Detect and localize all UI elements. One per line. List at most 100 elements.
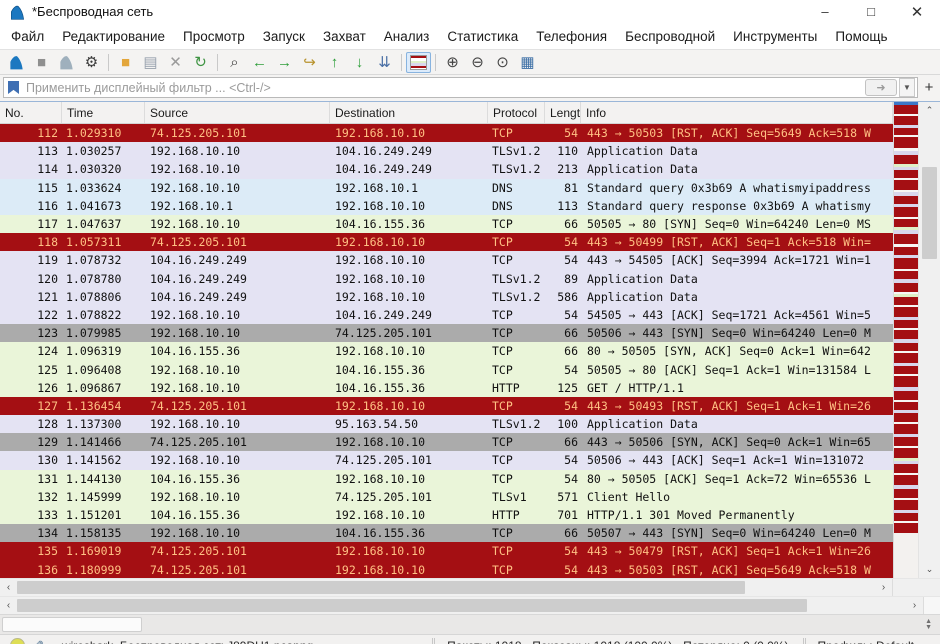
packet-row-136[interactable]: 1361.18099974.125.205.101192.168.10.10TC… (0, 561, 893, 579)
packet-row-125[interactable]: 1251.096408192.168.10.10104.16.155.36TCP… (0, 360, 893, 378)
packet-row-122[interactable]: 1221.078822192.168.10.10104.16.249.249TC… (0, 306, 893, 324)
close-file-icon[interactable]: ✕ (163, 52, 188, 73)
packet-list-hscrollbar[interactable]: ‹ › (0, 578, 940, 596)
filter-bookmark-icon[interactable] (8, 81, 19, 94)
packet-row-112[interactable]: 1121.02931074.125.205.101192.168.10.10TC… (0, 124, 893, 142)
scroll-down-icon[interactable]: ⌄ (919, 561, 940, 578)
packet-row-123[interactable]: 1231.079985192.168.10.1074.125.205.101TC… (0, 324, 893, 342)
secondary-hscrollbar[interactable]: ‹ › (0, 596, 940, 614)
stop-capture-icon[interactable]: ■ (29, 52, 54, 73)
menu-item-просмотр[interactable]: Просмотр (174, 25, 254, 48)
restart-capture-icon[interactable] (54, 52, 79, 73)
scroll-up-icon[interactable]: ⌃ (919, 102, 940, 119)
packet-row-117[interactable]: 1171.047637192.168.10.10104.16.155.36TCP… (0, 215, 893, 233)
vertical-scrollbar-thumb[interactable] (922, 167, 937, 259)
scroll-right-icon-2[interactable]: › (906, 597, 923, 614)
cell-no: 116 (0, 199, 62, 213)
pane-spinner-icon[interactable]: ▲▼ (925, 619, 932, 631)
packet-row-124[interactable]: 1241.096319104.16.155.36192.168.10.10TCP… (0, 342, 893, 360)
start-capture-icon[interactable] (4, 52, 29, 73)
open-file-icon[interactable]: ■ (113, 52, 138, 73)
vertical-scrollbar[interactable]: ⌃ ⌄ (918, 102, 940, 578)
cell-dst: 192.168.10.10 (330, 563, 488, 577)
find-packet-icon[interactable]: ⌕ (222, 52, 247, 73)
scroll-left-icon[interactable]: ‹ (0, 579, 17, 596)
column-header-destination[interactable]: Destination (330, 102, 488, 123)
packet-row-126[interactable]: 1261.096867192.168.10.10104.16.155.36HTT… (0, 379, 893, 397)
menu-item-телефония[interactable]: Телефония (527, 25, 616, 48)
close-button[interactable]: ✕ (894, 0, 940, 23)
cell-no: 130 (0, 453, 62, 467)
packet-row-118[interactable]: 1181.05731174.125.205.101192.168.10.10TC… (0, 233, 893, 251)
cell-len: 54 (545, 363, 581, 377)
zoom-out-icon[interactable]: ⊖ (465, 52, 490, 73)
packet-row-133[interactable]: 1331.151201104.16.155.36192.168.10.10HTT… (0, 506, 893, 524)
column-header-protocol[interactable]: Protocol (488, 102, 545, 123)
packet-row-119[interactable]: 1191.078732104.16.249.249192.168.10.10TC… (0, 251, 893, 269)
packet-row-132[interactable]: 1321.145999192.168.10.1074.125.205.101TL… (0, 488, 893, 506)
menu-item-беспроводной[interactable]: Беспроводной (616, 25, 724, 48)
column-header-info[interactable]: Info (581, 102, 893, 123)
filter-dropdown-caret-icon[interactable]: ▼ (899, 78, 915, 97)
go-to-packet-icon[interactable]: ↪ (297, 52, 322, 73)
profile-label[interactable]: Профиль: Default (810, 639, 921, 644)
save-file-icon[interactable]: ▤ (138, 52, 163, 73)
menu-item-анализ[interactable]: Анализ (375, 25, 439, 48)
packet-row-113[interactable]: 1131.030257192.168.10.10104.16.249.249TL… (0, 142, 893, 160)
cell-info: Standard query response 0x3b69 A whatism… (581, 199, 893, 213)
colorize-icon[interactable] (406, 52, 431, 73)
menu-item-захват[interactable]: Захват (314, 25, 375, 48)
packet-row-121[interactable]: 1211.078806104.16.249.249192.168.10.10TL… (0, 288, 893, 306)
go-forward-icon[interactable]: → (272, 52, 297, 73)
maximize-button[interactable]: □ (848, 0, 894, 23)
menu-item-помощь[interactable]: Помощь (826, 25, 896, 48)
reload-file-icon[interactable]: ↻ (188, 52, 213, 73)
packet-row-116[interactable]: 1161.041673192.168.10.1192.168.10.10DNS1… (0, 197, 893, 215)
go-last-packet-icon[interactable]: ↓ (347, 52, 372, 73)
packet-row-135[interactable]: 1351.16901974.125.205.101192.168.10.10TC… (0, 542, 893, 560)
intelligent-scrollbar-minimap[interactable] (893, 102, 918, 578)
display-filter-input[interactable] (24, 80, 865, 96)
vertical-scrollbar-track[interactable] (919, 119, 940, 561)
minimize-button[interactable]: – (802, 0, 848, 23)
hscrollbar-thumb-1[interactable] (17, 581, 745, 594)
cell-no: 136 (0, 563, 62, 577)
menu-item-статистика[interactable]: Статистика (438, 25, 527, 48)
zoom-in-icon[interactable]: ⊕ (440, 52, 465, 73)
autoscroll-icon[interactable]: ⇊ (372, 52, 397, 73)
go-first-packet-icon[interactable]: ↑ (322, 52, 347, 73)
scroll-right-icon[interactable]: › (875, 579, 892, 596)
column-header-source[interactable]: Source (145, 102, 330, 123)
hscrollbar-track-1[interactable] (17, 579, 875, 596)
column-header-time[interactable]: Time (62, 102, 145, 123)
packet-row-129[interactable]: 1291.14146674.125.205.101192.168.10.10TC… (0, 433, 893, 451)
packet-row-131[interactable]: 1311.144130104.16.155.36192.168.10.10TCP… (0, 470, 893, 488)
menu-item-инструменты[interactable]: Инструменты (724, 25, 826, 48)
menu-item-запуск[interactable]: Запуск (254, 25, 314, 48)
hscrollbar-track-2[interactable] (17, 597, 906, 614)
packet-row-130[interactable]: 1301.141562192.168.10.1074.125.205.101TC… (0, 451, 893, 469)
apply-filter-button[interactable]: ➜ (865, 79, 897, 96)
cell-info: 443 → 50503 [RST, ACK] Seq=5649 Ack=518 … (581, 563, 893, 577)
cell-time: 1.079985 (62, 326, 145, 340)
menu-item-файл[interactable]: Файл (2, 25, 53, 48)
column-header-no[interactable]: No. (0, 102, 62, 123)
hscrollbar-thumb-2[interactable] (17, 599, 807, 612)
packet-row-115[interactable]: 1151.033624192.168.10.10192.168.10.1DNS8… (0, 179, 893, 197)
packet-row-120[interactable]: 1201.078780104.16.249.249192.168.10.10TL… (0, 270, 893, 288)
menu-item-редактирование[interactable]: Редактирование (53, 25, 174, 48)
go-back-icon[interactable]: ← (247, 52, 272, 73)
packet-row-127[interactable]: 1271.13645474.125.205.101192.168.10.10TC… (0, 397, 893, 415)
scroll-left-icon-2[interactable]: ‹ (0, 597, 17, 614)
capture-options-icon[interactable]: ⚙ (79, 52, 104, 73)
status-bar: ✎ wireshark_Беспроводная сетьJ89DU1.pcap… (0, 634, 940, 644)
column-header-length[interactable]: Length (545, 102, 581, 123)
expert-info-icon[interactable] (10, 638, 25, 644)
add-filter-button[interactable]: + (921, 78, 937, 97)
capture-comment-icon[interactable]: ✎ (33, 638, 44, 644)
packet-row-114[interactable]: 1141.030320192.168.10.10104.16.249.249TL… (0, 160, 893, 178)
zoom-original-icon[interactable]: ⊙ (490, 52, 515, 73)
packet-row-128[interactable]: 1281.137300192.168.10.1095.163.54.50TLSv… (0, 415, 893, 433)
resize-columns-icon[interactable]: ▦ (515, 52, 540, 73)
packet-row-134[interactable]: 1341.158135192.168.10.10104.16.155.36TCP… (0, 524, 893, 542)
